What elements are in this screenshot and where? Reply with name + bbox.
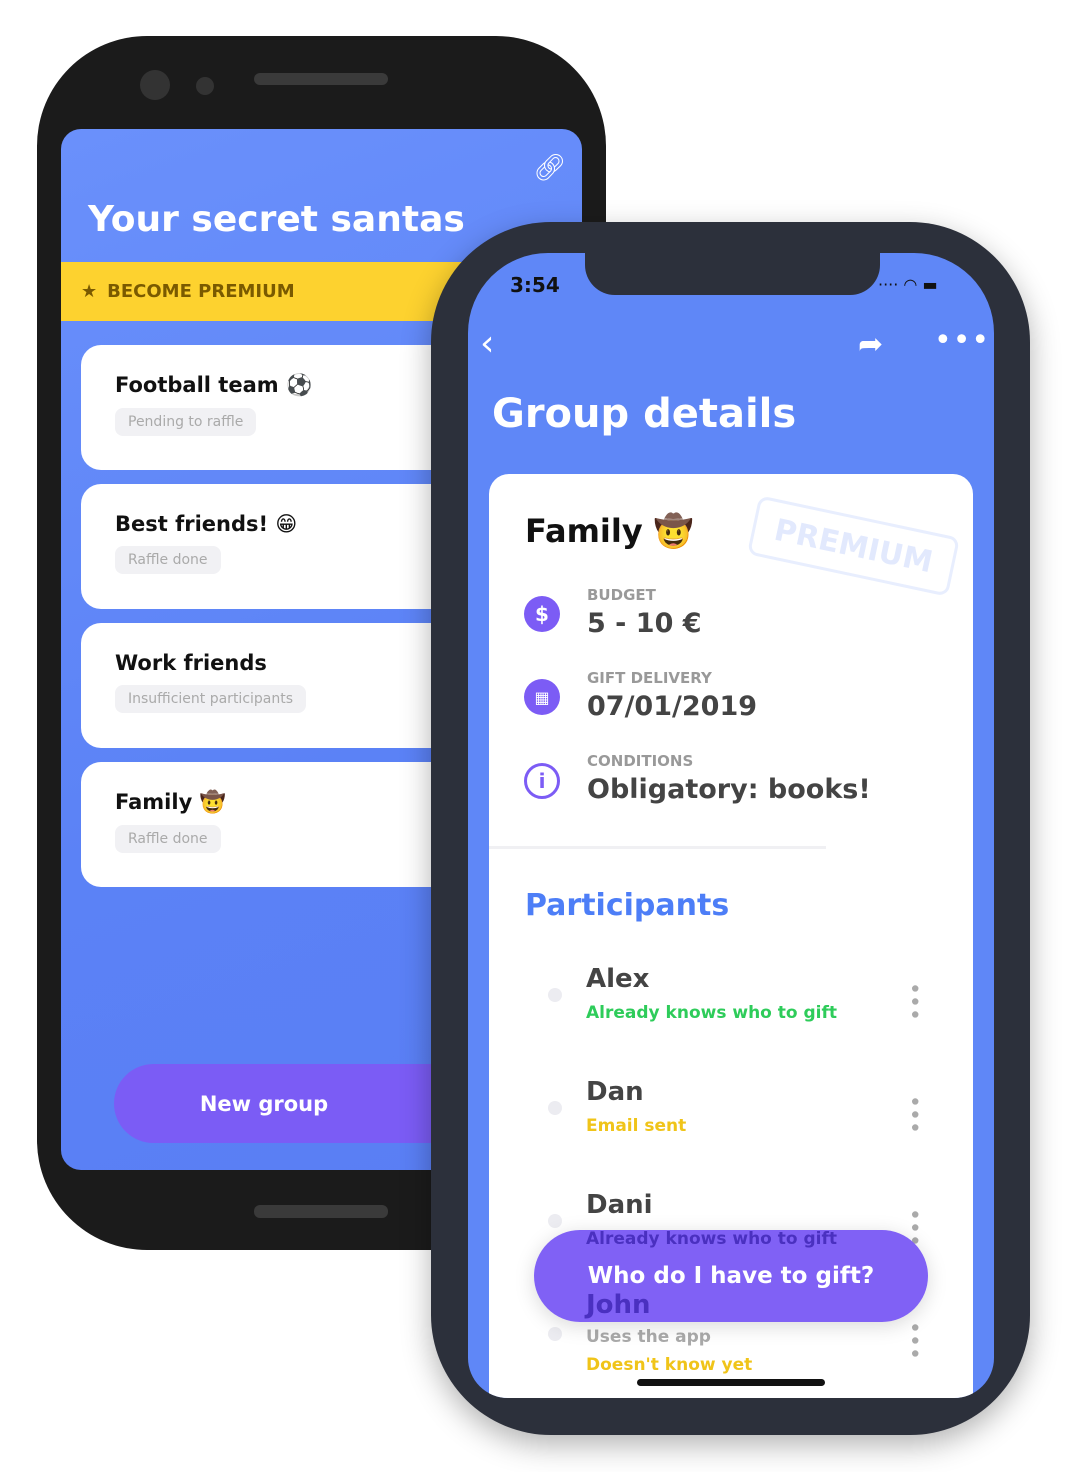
group-details-screen: 3:54 ···· ◠ ▬ ‹ ➦ ••• Group details PREM…: [468, 253, 994, 1398]
dollar-icon: $: [524, 596, 560, 632]
more-icon[interactable]: •••: [934, 323, 990, 358]
avatar: [548, 1327, 562, 1341]
sensor: [196, 77, 214, 95]
calendar-icon: ▦: [524, 679, 560, 715]
avatar: [548, 988, 562, 1002]
iphone: 3:54 ···· ◠ ▬ ‹ ➦ ••• Group details PREM…: [431, 222, 1030, 1435]
wifi-battery-icon: ···· ◠ ▬: [878, 275, 938, 294]
status-badge: Pending to raffle: [115, 408, 257, 436]
participants-title: Participants: [525, 888, 730, 923]
camera: [140, 70, 170, 100]
page-title: Your secret santas: [88, 199, 465, 240]
speaker: [254, 73, 388, 85]
divider: [489, 846, 826, 849]
kebab-menu-icon[interactable]: •••: [901, 982, 926, 1021]
conditions-value: Obligatory: books!: [587, 774, 871, 805]
premium-stamp: PREMIUM: [747, 495, 960, 597]
back-chevron-icon[interactable]: ‹: [480, 323, 494, 364]
home-indicator: [637, 1379, 825, 1386]
delivery-value: 07/01/2019: [587, 691, 758, 722]
home-bar: [254, 1205, 388, 1218]
status-badge: Insufficient participants: [115, 685, 307, 713]
avatar: [548, 1214, 562, 1228]
kebab-menu-icon[interactable]: •••: [901, 1321, 926, 1360]
notch: [585, 253, 880, 295]
share-icon[interactable]: ➦: [858, 327, 883, 362]
info-icon: i: [524, 763, 560, 799]
star-icon: ★: [81, 281, 98, 302]
status-badge: Raffle done: [115, 825, 221, 853]
group-name: Family 🤠: [525, 512, 694, 550]
avatar: [548, 1101, 562, 1115]
kebab-menu-icon[interactable]: •••: [901, 1095, 926, 1134]
status-time: 3:54: [510, 273, 560, 297]
budget-value: 5 - 10 €: [587, 608, 702, 639]
page-title: Group details: [492, 391, 797, 437]
link-icon[interactable]: 🔗︎: [533, 153, 566, 183]
status-badge: Raffle done: [115, 546, 221, 574]
